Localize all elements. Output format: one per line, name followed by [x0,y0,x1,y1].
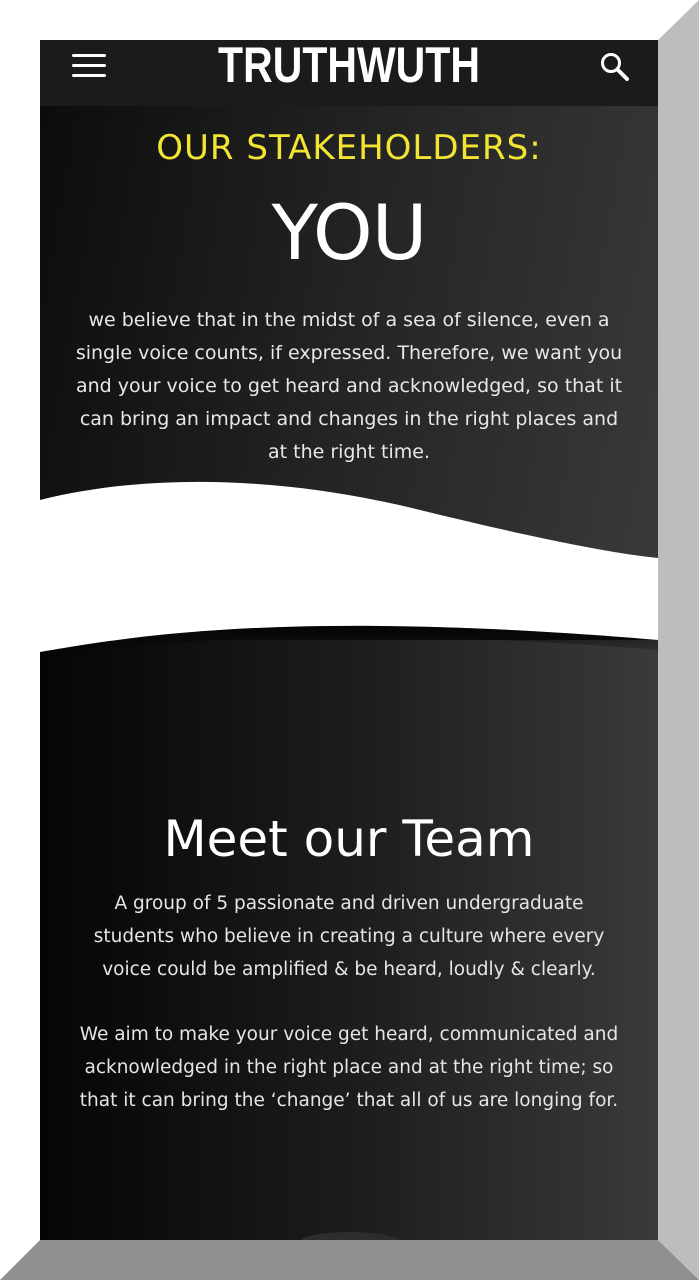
site-logo-text[interactable]: TRUTHWUTH [96,40,603,94]
text-line: A group of 5 passionate and driven under… [114,893,584,914]
team-description: A group of 5 passionate and driven under… [60,887,638,1149]
search-icon[interactable] [598,50,632,84]
text-line: we believe that in the midst of a sea of… [88,309,610,331]
stakeholders-heading: OUR STAKEHOLDERS: [156,128,542,168]
text-line: We aim to make your voice get heard, com… [79,1024,619,1045]
picture-frame: TRUTHWUTH OUR STAKEHOLDERS: YOU we belie… [0,0,699,1280]
team-heading: Meet our Team [163,810,535,868]
text-line: voice could be amplified & be heard, lou… [102,959,596,980]
top-nav-bar: TRUTHWUTH [40,40,658,106]
text-line: acknowledged in the right place and at t… [84,1057,614,1078]
mobile-screen: TRUTHWUTH OUR STAKEHOLDERS: YOU we belie… [40,40,658,1240]
frame-bevel-bottom [0,1240,699,1280]
text-line: can bring an impact and changes in the r… [79,408,619,430]
team-paragraph-2: We aim to make your voice get heard, com… [60,1018,638,1117]
team-paragraph-1: A group of 5 passionate and driven under… [60,887,638,986]
text-line: students who believe in creating a cultu… [93,926,605,947]
text-line: and your voice to get heard and acknowle… [75,375,623,397]
text-line: single voice counts, if expressed. There… [75,342,623,364]
frame-bevel-right [658,0,699,1280]
stakeholders-subject: YOU [271,188,428,277]
text-line: that it can bring the ‘change’ that all … [79,1090,619,1111]
white-wave-divider [40,481,658,662]
text-line: at the right time. [267,441,430,463]
stakeholders-paragraph: we believe that in the midst of a sea of… [65,304,633,469]
